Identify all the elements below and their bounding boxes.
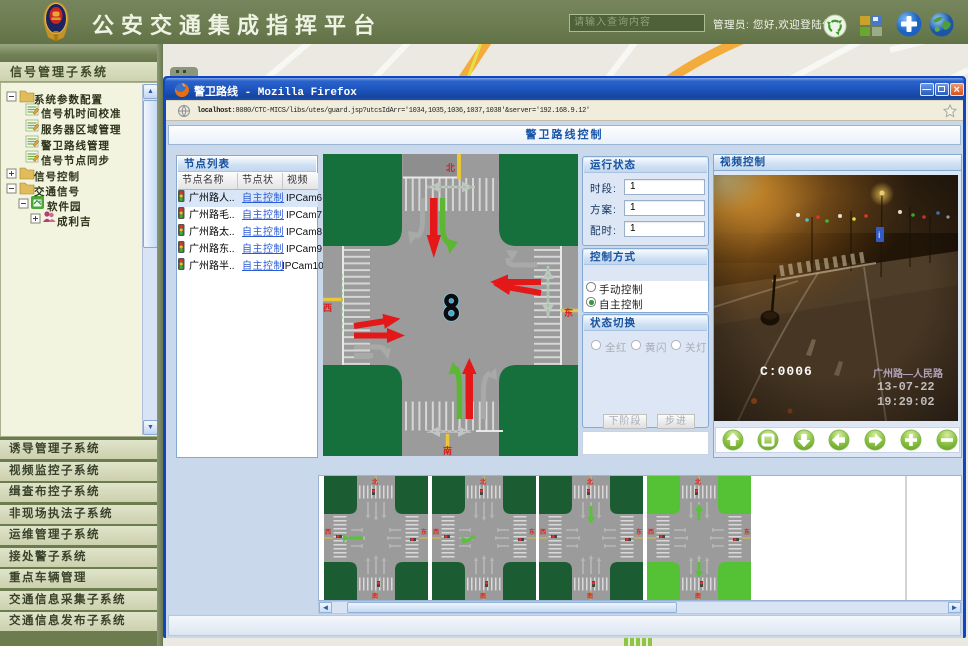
- svg-text:北: 北: [446, 162, 455, 173]
- svg-text:东: 东: [564, 307, 573, 318]
- svg-text:南: 南: [443, 445, 452, 456]
- svg-text:西: 西: [323, 303, 332, 313]
